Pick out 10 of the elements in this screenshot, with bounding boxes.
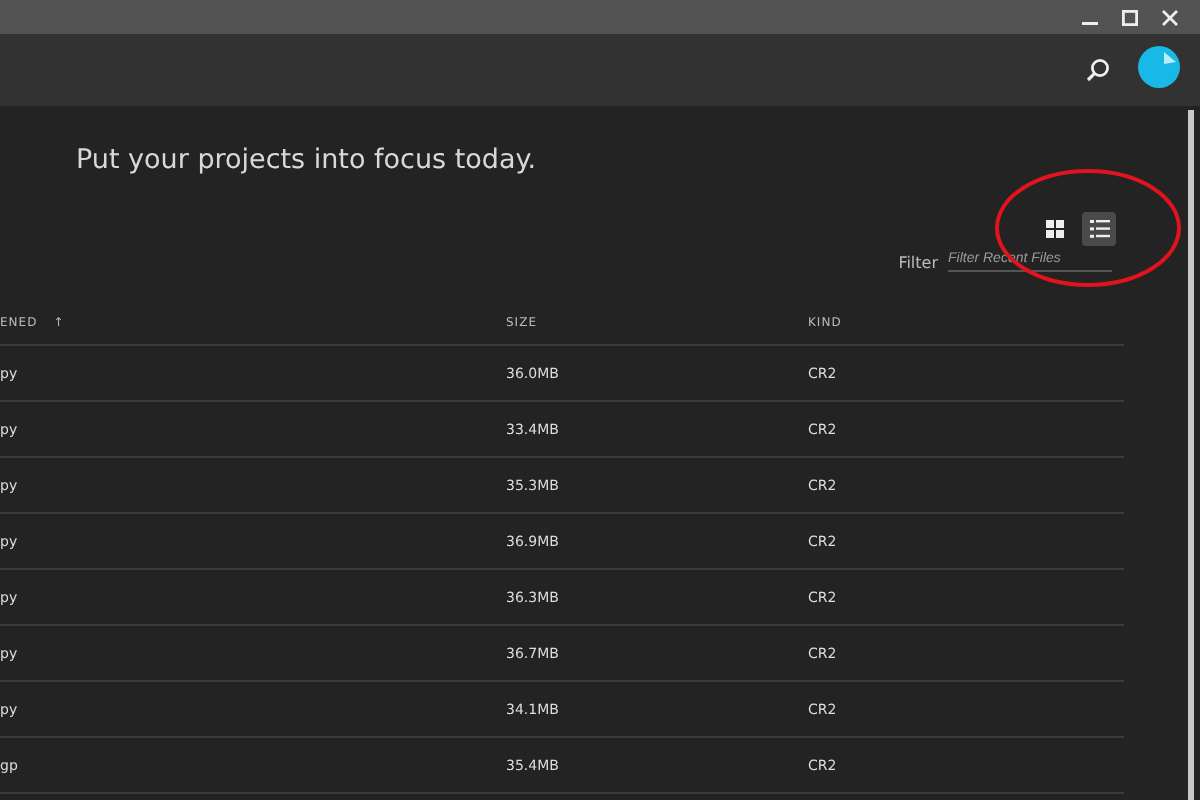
list-icon [1089,220,1109,238]
maximize-icon[interactable] [1116,5,1144,29]
close-icon[interactable] [1156,5,1184,29]
headline: Put your projects into focus today. [76,144,539,180]
avatar-icon[interactable] [1138,45,1180,87]
grid-icon [1046,220,1064,238]
filter-label: Filter [898,254,938,272]
list-view-button[interactable] [1082,212,1116,246]
search-icon[interactable] [1086,57,1110,81]
scrollbar[interactable] [1188,110,1194,800]
